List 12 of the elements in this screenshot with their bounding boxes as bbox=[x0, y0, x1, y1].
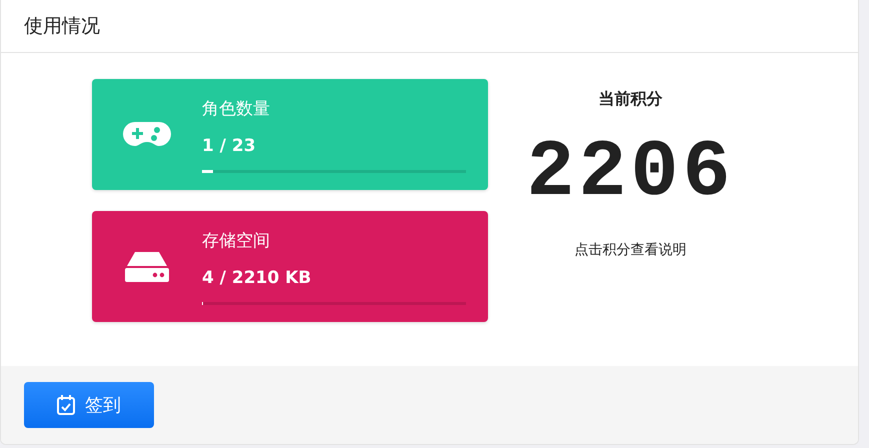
stat-label: 存储空间 bbox=[202, 230, 271, 252]
points-value[interactable]: 2206 bbox=[526, 128, 735, 219]
points-title: 当前积分 bbox=[598, 89, 662, 110]
points-hint: 点击积分查看说明 bbox=[574, 241, 686, 259]
hard-drive-icon bbox=[125, 252, 169, 282]
stat-reading: 1 / 23 bbox=[202, 136, 257, 156]
stat-label: 角色数量 bbox=[202, 98, 271, 120]
check-in-button[interactable]: 签到 bbox=[24, 382, 154, 428]
stat-reading: 4 / 2210 KB bbox=[202, 268, 312, 288]
calendar-check-icon bbox=[57, 395, 75, 415]
panel-title: 使用情况 bbox=[24, 14, 100, 39]
gamepad-icon bbox=[123, 122, 171, 148]
